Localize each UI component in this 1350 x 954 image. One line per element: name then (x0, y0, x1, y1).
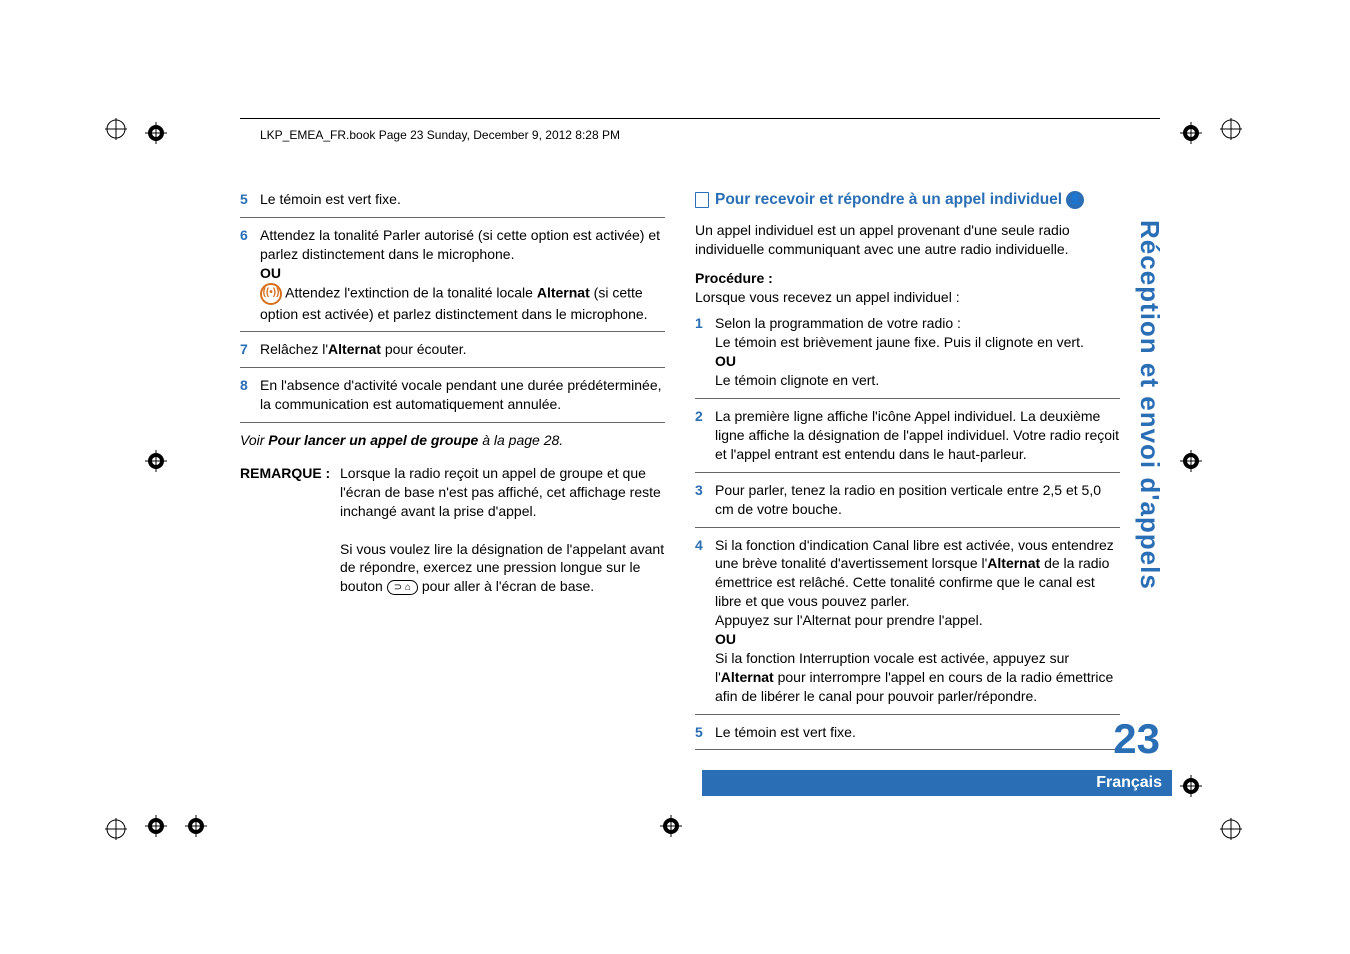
crop-mark-icon (105, 818, 127, 840)
step-number: 1 (695, 314, 715, 390)
step-6: 6 Attendez la tonalité Parler autorisé (… (240, 226, 665, 324)
registration-mark-icon (660, 815, 682, 837)
remarque-label: REMARQUE : (240, 464, 340, 483)
bold-text: Alternat (328, 341, 381, 357)
text: Si vous voulez lire la désignation de l'… (340, 540, 665, 597)
divider (240, 367, 665, 368)
text: Le témoin clignote en vert. (715, 372, 879, 388)
registration-mark-icon (1180, 775, 1202, 797)
text: Attendez la tonalité Parler autorisé (si… (260, 227, 660, 262)
text: Attendez l'extinction de la tonalité loc… (285, 284, 537, 300)
step-text: Si la fonction d'indication Canal libre … (715, 536, 1120, 706)
step-1: 1 Selon la programmation de votre radio … (695, 314, 1120, 390)
left-column: 5 Le témoin est vert fixe. 6 Attendez la… (240, 190, 665, 758)
step-text: Le témoin est vert fixe. (715, 723, 1120, 742)
remarque-block: REMARQUE : Lorsque la radio reçoit un ap… (240, 464, 665, 596)
step-number: 5 (240, 190, 260, 209)
crop-mark-icon (105, 118, 127, 140)
heading-text: Pour recevoir et répondre à un appel ind… (715, 190, 1084, 211)
right-column: Pour recevoir et répondre à un appel ind… (695, 190, 1120, 758)
intro-text: Un appel individuel est un appel provena… (695, 221, 1120, 259)
step-text: Le témoin est vert fixe. (260, 190, 665, 209)
step-number: 5 (695, 723, 715, 742)
registration-mark-icon (145, 815, 167, 837)
divider (695, 749, 1120, 750)
bold-text: Alternat (721, 669, 774, 685)
or-label: OU (715, 353, 736, 369)
text: pour aller à l'écran de base. (418, 578, 594, 594)
step-number: 2 (695, 407, 715, 464)
step-number: 4 (695, 536, 715, 706)
text: pour écouter. (381, 341, 467, 357)
section-heading: Pour recevoir et répondre à un appel ind… (695, 190, 1120, 211)
registration-mark-icon (185, 815, 207, 837)
content-area: 5 Le témoin est vert fixe. 6 Attendez la… (240, 190, 1120, 758)
registration-mark-icon (145, 450, 167, 472)
divider (695, 527, 1120, 528)
document-icon (695, 192, 709, 208)
procedure-sub: Lorsque vous recevez un appel individuel… (695, 288, 1120, 307)
step-5: 5 Le témoin est vert fixe. (240, 190, 665, 209)
bold-text: Alternat (537, 284, 590, 300)
text: Appuyez sur l'Alternat pour prendre l'ap… (715, 612, 983, 628)
step-text: Relâchez l'Alternat pour écouter. (260, 340, 665, 359)
procedure-label: Procédure : (695, 269, 1120, 288)
bold-text: Alternat (987, 555, 1040, 571)
registration-mark-icon (1180, 450, 1202, 472)
step-text: La première ligne affiche l'icône Appel … (715, 407, 1120, 464)
or-label: OU (260, 265, 281, 281)
reference-line: Voir Pour lancer un appel de groupe à la… (240, 431, 665, 450)
step-number: 7 (240, 340, 260, 359)
home-button-icon: ⊃ ⌂ (387, 580, 418, 595)
step-2: 2 La première ligne affiche l'icône Appe… (695, 407, 1120, 464)
bold-text: Pour lancer un appel de groupe (268, 432, 478, 448)
step-3: 3 Pour parler, tenez la radio en positio… (695, 481, 1120, 519)
divider (240, 331, 665, 332)
divider (240, 217, 665, 218)
text: Selon la programmation de votre radio : (715, 315, 961, 331)
divider (695, 472, 1120, 473)
text: à la page 28. (478, 432, 563, 448)
text: Pour recevoir et répondre à un appel ind… (715, 191, 1062, 208)
antenna-icon: ((•)) (260, 283, 282, 305)
header-rule (240, 118, 1160, 119)
or-label: OU (715, 631, 736, 647)
step-text: En l'absence d'activité vocale pendant u… (260, 376, 665, 414)
step-7: 7 Relâchez l'Alternat pour écouter. (240, 340, 665, 359)
step-number: 6 (240, 226, 260, 324)
step-5b: 5 Le témoin est vert fixe. (695, 723, 1120, 742)
crop-mark-icon (1220, 118, 1242, 140)
step-number: 8 (240, 376, 260, 414)
crop-mark-icon (1220, 818, 1242, 840)
registration-mark-icon (145, 122, 167, 144)
text: Le témoin est brièvement jaune fixe. Pui… (715, 334, 1084, 350)
text: Relâchez l' (260, 341, 328, 357)
divider (695, 714, 1120, 715)
step-8: 8 En l'absence d'activité vocale pendant… (240, 376, 665, 414)
registration-mark-icon (1180, 122, 1202, 144)
page-number: 23 (1113, 715, 1160, 763)
side-title: Réception et envoi d'appels (1134, 220, 1165, 590)
step-text: Attendez la tonalité Parler autorisé (si… (260, 226, 665, 324)
language-bar: Français (702, 770, 1172, 796)
step-4: 4 Si la fonction d'indication Canal libr… (695, 536, 1120, 706)
text: Voir (240, 432, 268, 448)
page-header: LKP_EMEA_FR.book Page 23 Sunday, Decembe… (260, 128, 620, 142)
text: pour interrompre l'appel en cours de la … (715, 669, 1113, 704)
divider (695, 398, 1120, 399)
badge-icon: 👤 (1066, 191, 1084, 209)
step-number: 3 (695, 481, 715, 519)
divider (240, 422, 665, 423)
step-text: Pour parler, tenez la radio en position … (715, 481, 1120, 519)
text: Lorsque la radio reçoit un appel de grou… (340, 464, 665, 521)
remarque-body: Lorsque la radio reçoit un appel de grou… (340, 464, 665, 596)
step-text: Selon la programmation de votre radio : … (715, 314, 1120, 390)
